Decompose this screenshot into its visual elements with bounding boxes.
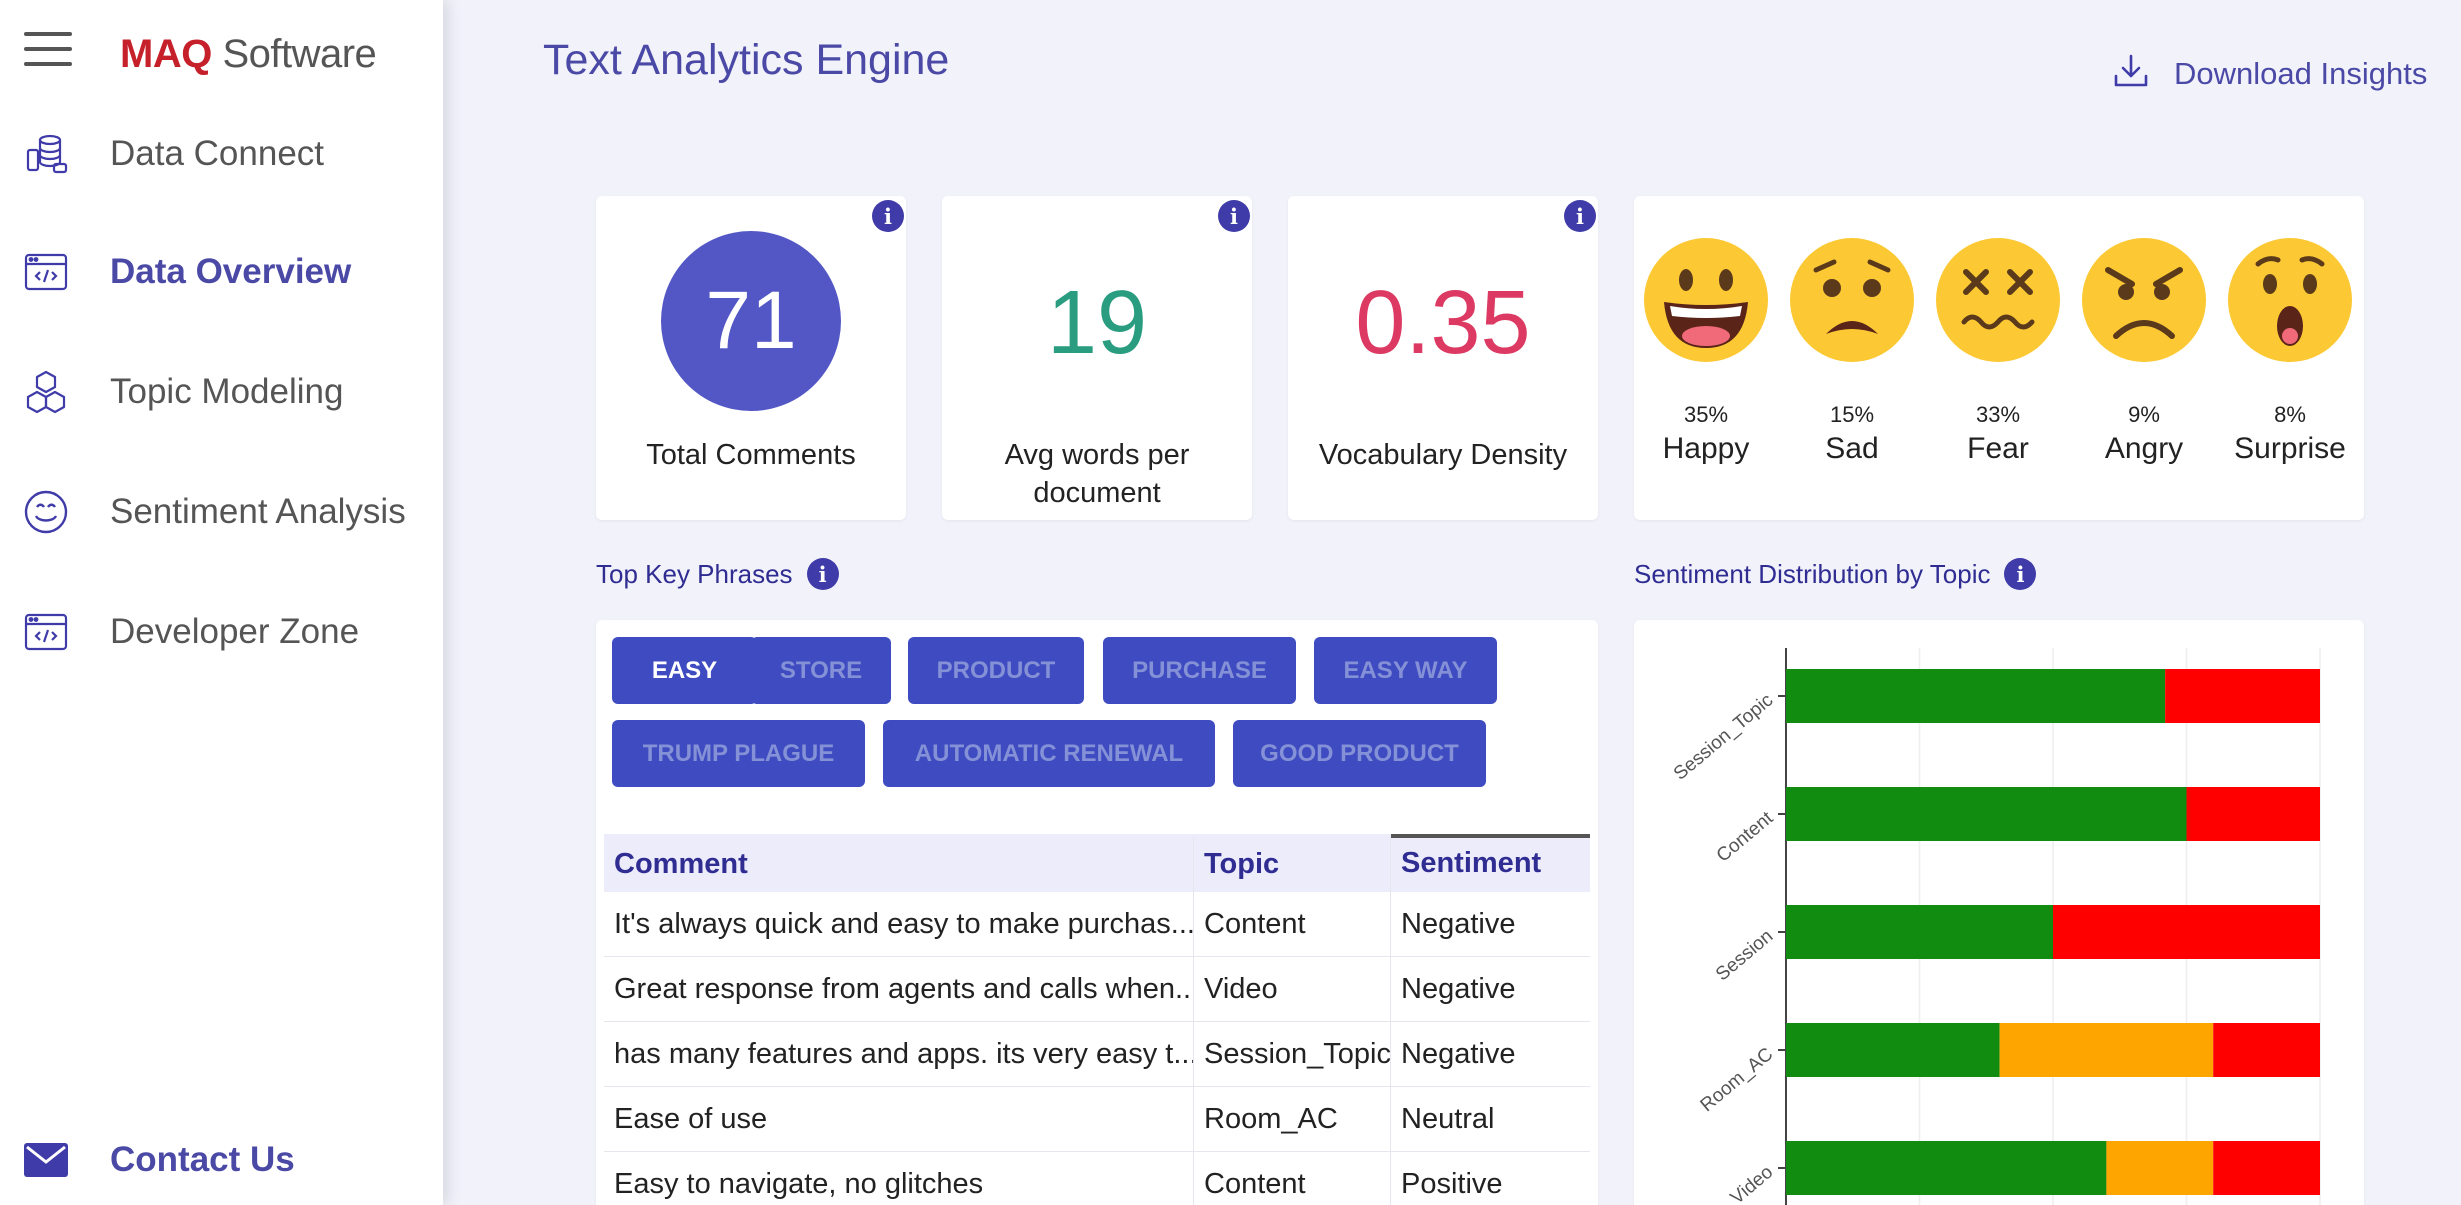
- contact-us-link[interactable]: Contact Us: [0, 1130, 443, 1190]
- key-phrases-title: Top Key Phrases i: [596, 558, 839, 590]
- bar-segment: [2053, 905, 2320, 959]
- table-row[interactable]: Ease of use Room_AC Neutral: [604, 1087, 1590, 1152]
- mail-icon: [22, 1136, 70, 1184]
- sidebar-item-data-connect[interactable]: Data Connect: [0, 124, 443, 184]
- column-header-comment[interactable]: Comment: [604, 837, 1194, 892]
- bar-segment: [2106, 1141, 2214, 1195]
- cubes-icon: [22, 368, 70, 416]
- avg-words-value: 19: [1046, 273, 1148, 373]
- smile-icon: [22, 488, 70, 536]
- y-tick-label: Room_AC: [1697, 1044, 1778, 1116]
- column-header-topic[interactable]: Topic: [1194, 837, 1391, 892]
- avg-words-label: Avg words per document: [1004, 439, 1190, 509]
- info-icon[interactable]: i: [1218, 200, 1250, 232]
- sidebar-item-label: Data Connect: [110, 134, 325, 173]
- emotion-sad: 15% Sad: [1787, 236, 1917, 466]
- angry-face-icon: [2082, 238, 2206, 362]
- y-tick-label: Video: [1727, 1162, 1777, 1205]
- sidebar-item-sentiment-analysis[interactable]: Sentiment Analysis: [0, 482, 443, 542]
- sentiment-chart-title: Sentiment Distribution by Topic i: [1634, 558, 2037, 590]
- bar-segment: [1786, 787, 2187, 841]
- sidebar-item-label: Topic Modeling: [110, 372, 344, 411]
- bar-segment: [1786, 905, 2053, 959]
- phrase-chip[interactable]: EASY: [612, 637, 757, 704]
- brand-logo: MAQ Software: [120, 32, 377, 76]
- phrase-chip[interactable]: STORE: [751, 637, 891, 704]
- info-icon[interactable]: i: [2004, 558, 2037, 590]
- database-icon: [22, 130, 70, 178]
- hamburger-menu-icon[interactable]: [24, 32, 72, 72]
- y-tick-label: Content: [1713, 807, 1778, 866]
- total-comments-card: i 71 Total Comments: [596, 196, 906, 520]
- contact-us-label: Contact Us: [110, 1140, 295, 1179]
- sidebar-item-data-overview[interactable]: Data Overview: [0, 242, 443, 302]
- vocabulary-density-label: Vocabulary Density: [1318, 439, 1568, 471]
- table-header: Comment Topic Sentiment: [604, 834, 1590, 892]
- column-header-sentiment[interactable]: Sentiment: [1391, 834, 1590, 889]
- phrase-chip[interactable]: AUTOMATIC RENEWAL: [883, 720, 1215, 787]
- bar-segment: [2213, 1023, 2320, 1077]
- vocabulary-density-value: 0.35: [1355, 273, 1531, 373]
- sidebar-item-label: Data Overview: [110, 252, 352, 291]
- table-row[interactable]: Great response from agents and calls whe…: [604, 957, 1590, 1022]
- emotion-surprise: 8% Surprise: [2225, 236, 2355, 466]
- bar-segment: [1786, 1141, 2107, 1195]
- info-icon[interactable]: i: [806, 558, 839, 590]
- vocabulary-density-card: i 0.35 Vocabulary Density: [1288, 196, 1598, 520]
- bar-segment: [1999, 1023, 2214, 1077]
- y-tick-label: Session_Topic: [1670, 690, 1777, 785]
- comments-table: Comment Topic Sentiment It's always quic…: [604, 834, 1590, 1205]
- happy-face-icon: [1644, 238, 1768, 362]
- info-icon[interactable]: i: [872, 200, 904, 232]
- sidebar-item-label: Sentiment Analysis: [110, 492, 406, 531]
- avg-words-card: i 19 Avg words per document: [942, 196, 1252, 520]
- phrase-chip[interactable]: GOOD PRODUCT: [1233, 720, 1486, 787]
- code-window-icon: [22, 608, 70, 656]
- bar-segment: [1786, 669, 2166, 723]
- table-row[interactable]: It's always quick and easy to make purch…: [604, 892, 1590, 957]
- bar-segment: [2186, 787, 2320, 841]
- sidebar-item-developer-zone[interactable]: Developer Zone: [0, 602, 443, 662]
- total-comments-label: Total Comments: [646, 439, 856, 471]
- surprise-face-icon: [2228, 238, 2352, 362]
- sidebar-item-topic-modeling[interactable]: Topic Modeling: [0, 362, 443, 422]
- download-insights-button[interactable]: Download Insights: [2112, 52, 2427, 95]
- phrase-chip[interactable]: EASY WAY: [1314, 637, 1497, 704]
- sad-face-icon: [1790, 238, 1914, 362]
- sentiment-distribution-chart: Session_Topic Content Session Room_AC Video: [1670, 648, 2321, 1205]
- bar-segment: [2213, 1141, 2320, 1195]
- y-tick-label: Session: [1712, 926, 1777, 986]
- page-title: Text Analytics Engine: [543, 36, 950, 84]
- info-icon[interactable]: i: [1564, 200, 1596, 232]
- total-comments-value: 71: [661, 231, 841, 411]
- fear-face-icon: [1936, 238, 2060, 362]
- download-icon: [2112, 52, 2150, 95]
- emotion-angry: 9% Angry: [2079, 236, 2209, 466]
- emotion-fear: 33% Fear: [1933, 236, 2063, 466]
- table-row[interactable]: has many features and apps. its very eas…: [604, 1022, 1590, 1087]
- phrase-chip[interactable]: PRODUCT: [908, 637, 1084, 704]
- emotions-card: 35% Happy 15% Sad 33% Fear 9% Angry 8% S…: [1634, 196, 2364, 520]
- code-window-icon: [22, 248, 70, 296]
- sidebar-item-label: Developer Zone: [110, 612, 360, 651]
- emotion-happy: 35% Happy: [1641, 236, 1771, 466]
- phrase-chip[interactable]: TRUMP PLAGUE: [612, 720, 865, 787]
- download-insights-label: Download Insights: [2174, 55, 2428, 91]
- table-row[interactable]: Easy to navigate, no glitches Content Po…: [604, 1152, 1590, 1205]
- bar-segment: [1786, 1023, 2000, 1077]
- bar-segment: [2165, 669, 2320, 723]
- sidebar: MAQ Software Data Connect Data Overview …: [0, 0, 443, 1205]
- phrase-chip[interactable]: PURCHASE: [1103, 637, 1296, 704]
- sentiment-chart-panel: Session_Topic Content Session Room_AC Video: [1634, 620, 2364, 1205]
